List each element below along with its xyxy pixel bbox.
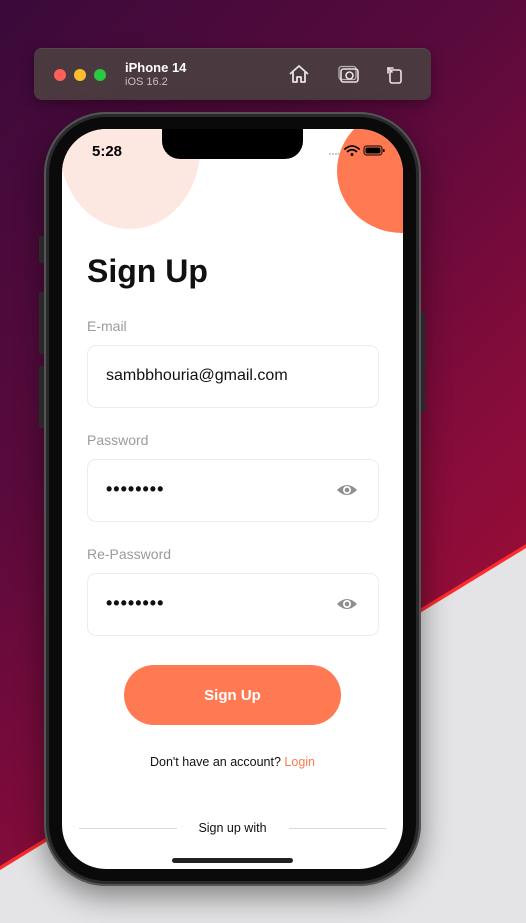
eye-icon[interactable]: [336, 482, 358, 498]
os-version: iOS 16.2: [125, 76, 168, 88]
email-label: E-mail: [87, 318, 127, 334]
minimize-window-button[interactable]: [74, 69, 86, 81]
email-value: sambbhouria@gmail.com: [106, 367, 288, 384]
home-icon[interactable]: [287, 63, 311, 85]
screenshot-icon[interactable]: [337, 63, 361, 85]
zoom-window-button[interactable]: [94, 69, 106, 81]
password-field[interactable]: ••••••••: [87, 459, 379, 522]
close-window-button[interactable]: [54, 69, 66, 81]
home-indicator[interactable]: [172, 858, 293, 863]
notch: [162, 129, 303, 159]
status-time: 5:28: [92, 143, 123, 160]
rotate-icon[interactable]: [383, 63, 407, 85]
email-field[interactable]: sambbhouria@gmail.com: [87, 345, 379, 408]
page-title: Sign Up: [87, 253, 208, 289]
simulator-toolbar: iPhone 14 iOS 16.2: [34, 48, 431, 100]
password-value: ••••••••: [106, 479, 165, 499]
battery-icon: [363, 145, 385, 156]
cellular-icon: [329, 153, 340, 155]
app-screen: 5:28 Sign Up E-mail sambbhouria@gmail.co…: [62, 129, 403, 869]
wifi-icon: [344, 145, 360, 153]
password-label: Password: [87, 432, 149, 448]
status-bar-icons: [329, 145, 385, 156]
repassword-value: ••••••••: [106, 593, 165, 613]
login-link[interactable]: Login: [284, 755, 315, 769]
repassword-label: Re-Password: [87, 546, 172, 562]
sign-up-button[interactable]: Sign Up: [124, 665, 341, 725]
device-name: iPhone 14: [125, 60, 187, 75]
account-prompt: Don't have an account?: [149, 755, 281, 769]
repassword-field[interactable]: ••••••••: [87, 573, 379, 636]
eye-icon[interactable]: [336, 596, 358, 612]
account-prompt-line: Don't have an account? Login: [62, 755, 403, 769]
divider-line-right: [289, 828, 386, 829]
